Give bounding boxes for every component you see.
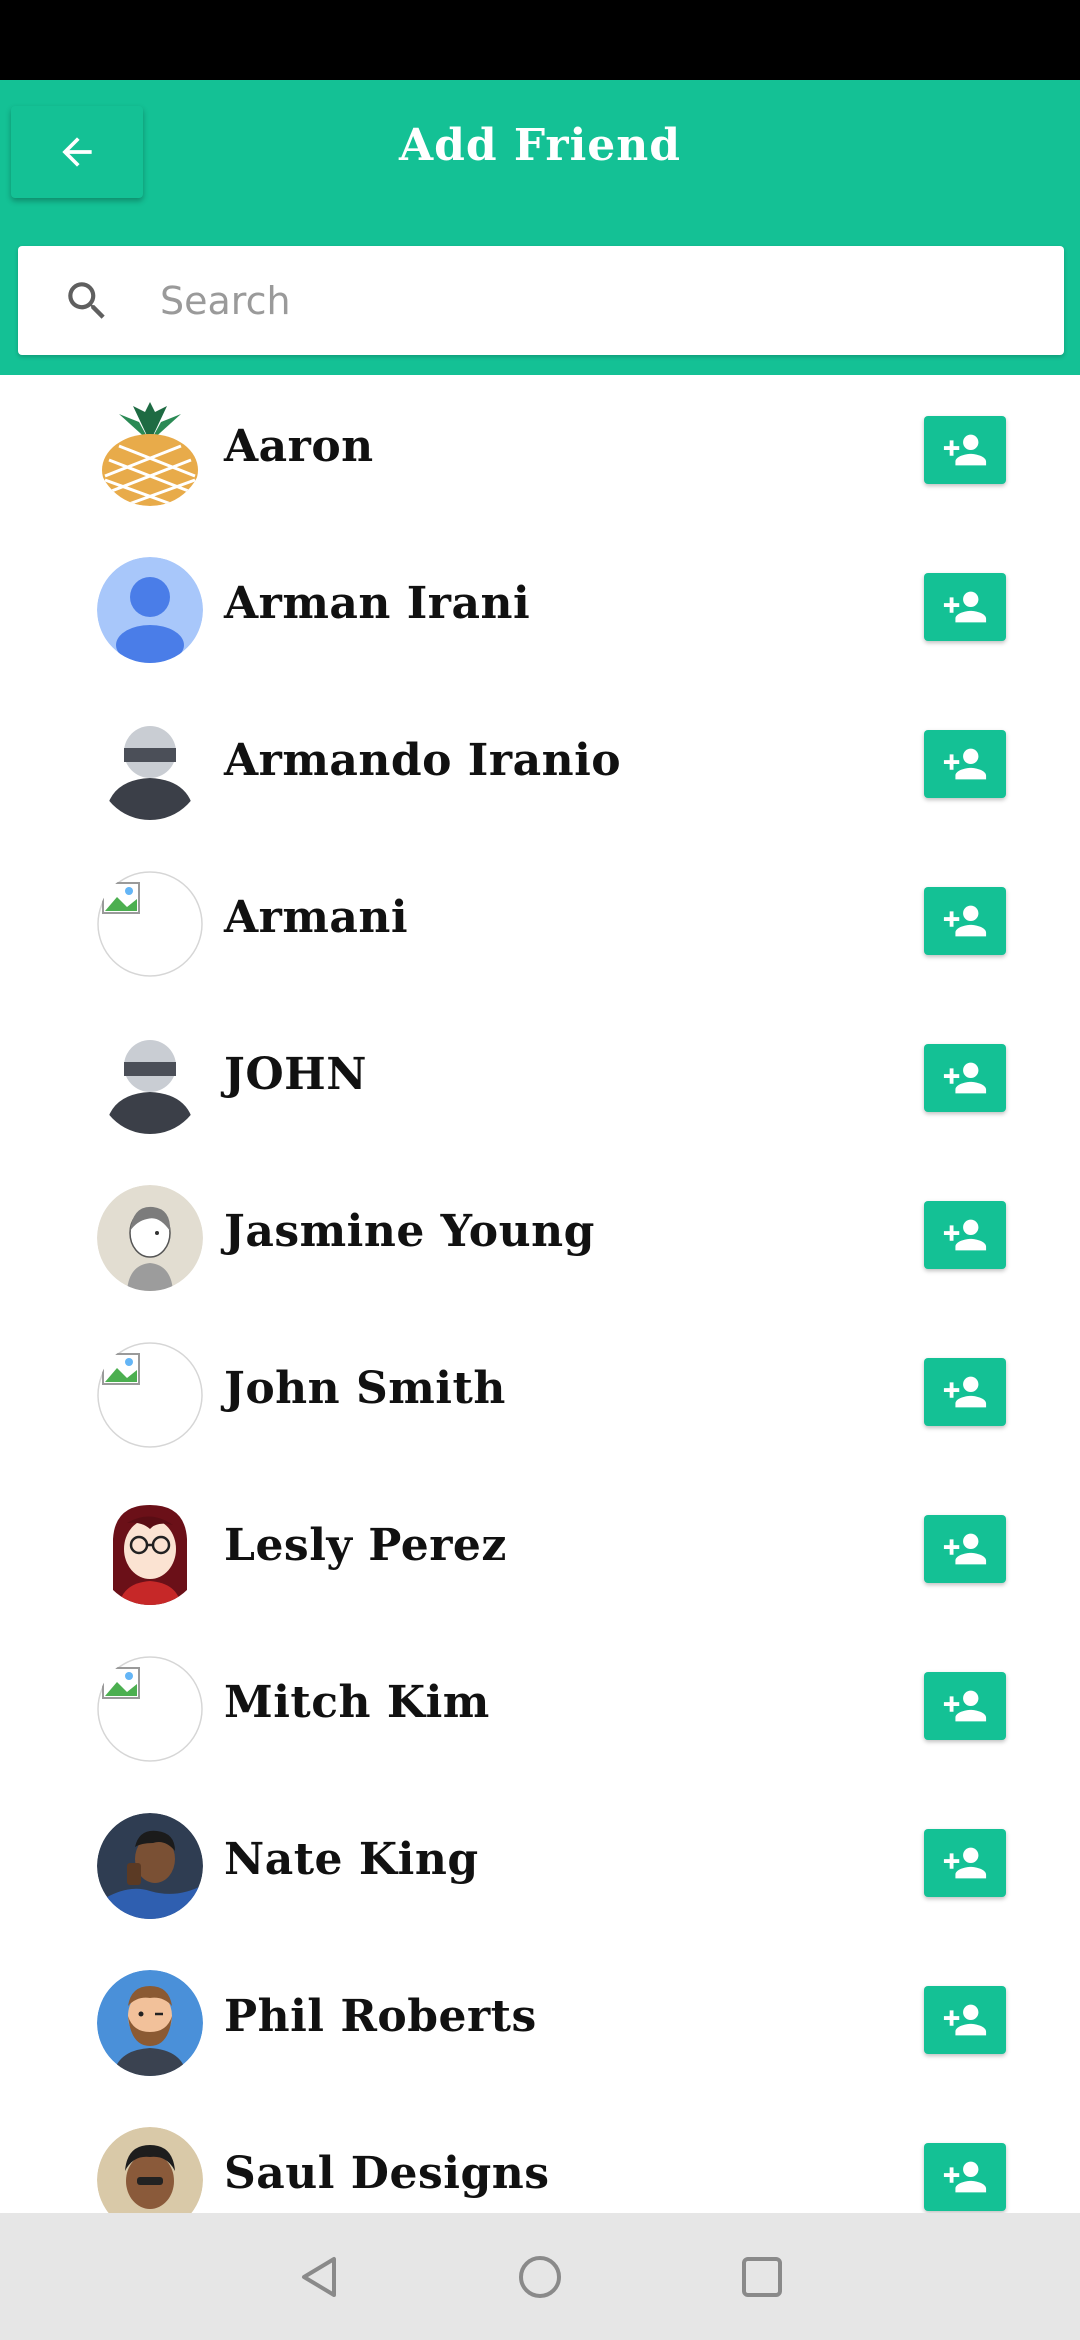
nav-recents-button[interactable] (730, 2245, 794, 2309)
friend-name: John Smith (224, 1363, 506, 1414)
friend-name: Aaron (224, 421, 374, 472)
add-friend-button[interactable] (924, 1515, 1006, 1583)
friend-name: Saul Designs (224, 2148, 550, 2199)
add-friend-button[interactable] (924, 1672, 1006, 1740)
person-add-icon (943, 748, 987, 780)
person-add-icon (943, 905, 987, 937)
friend-name: Phil Roberts (224, 1991, 537, 2042)
add-friend-button[interactable] (924, 1044, 1006, 1112)
bearded-man-avatar (97, 1970, 203, 2076)
broken-image-avatar (97, 1342, 203, 1448)
friend-row: Armando Iranio (0, 689, 1080, 846)
person-add-icon (943, 1219, 987, 1251)
person-add-icon (943, 1690, 987, 1722)
person-add-icon (943, 434, 987, 466)
person-add-icon (943, 1533, 987, 1565)
add-friend-button[interactable] (924, 573, 1006, 641)
nav-back-button[interactable] (288, 2245, 352, 2309)
nav-back-icon (302, 2257, 336, 2297)
app-bar: Add Friend (0, 80, 1080, 375)
friend-name: Armando Iranio (224, 735, 622, 786)
nav-home-button[interactable] (508, 2245, 572, 2309)
person-add-icon (943, 2161, 987, 2193)
search-icon (68, 282, 105, 319)
person-add-icon (943, 1376, 987, 1408)
person-add-icon (943, 2004, 987, 2036)
nav-recents-icon (742, 2257, 782, 2297)
friend-name: Lesly Perez (224, 1520, 507, 1571)
friend-row: Lesly Perez (0, 1474, 1080, 1631)
friend-row: JOHN (0, 1003, 1080, 1160)
add-friend-button[interactable] (924, 416, 1006, 484)
broken-image-avatar (97, 1656, 203, 1762)
friend-row: Armani (0, 846, 1080, 1003)
friend-name: Mitch Kim (224, 1677, 490, 1728)
person-add-icon (943, 1847, 987, 1879)
friend-row: Saul Designs (0, 2102, 1080, 2213)
add-friend-button[interactable] (924, 1358, 1006, 1426)
add-friend-button[interactable] (924, 730, 1006, 798)
nav-home-icon (519, 2256, 561, 2298)
friend-name: JOHN (224, 1049, 367, 1100)
friend-row: Mitch Kim (0, 1631, 1080, 1788)
add-friend-button[interactable] (924, 1201, 1006, 1269)
person-add-icon (943, 591, 987, 623)
helmet-avatar (97, 1028, 203, 1134)
add-friend-button[interactable] (924, 1829, 1006, 1897)
friend-row: Aaron (0, 375, 1080, 532)
page-title: Add Friend (398, 120, 682, 171)
search-input[interactable] (160, 266, 1040, 336)
friend-row: Arman Irani (0, 532, 1080, 689)
friend-name: Jasmine Young (224, 1206, 595, 1257)
add-friend-button[interactable] (924, 2143, 1006, 2211)
person-add-icon (943, 1062, 987, 1094)
status-bar (0, 0, 1080, 80)
friend-list: Aaron Arman Irani Armando Iranio Armani … (0, 375, 1080, 2213)
sketch-girl-avatar (97, 1185, 203, 1291)
broken-image-avatar (97, 871, 203, 977)
add-friend-button[interactable] (924, 1986, 1006, 2054)
friend-name: Armani (224, 892, 409, 943)
pineapple-avatar (97, 400, 203, 506)
search-box[interactable] (18, 246, 1064, 355)
friend-row: Phil Roberts (0, 1945, 1080, 2102)
photo-avatar (97, 2127, 203, 2213)
default-blue-avatar (97, 557, 203, 663)
friend-name: Arman Irani (224, 578, 531, 629)
glasses-woman-avatar (97, 1499, 203, 1605)
system-nav-bar (0, 2213, 1080, 2340)
friend-row: Nate King (0, 1788, 1080, 1945)
friend-name: Nate King (224, 1834, 479, 1885)
friend-row: John Smith (0, 1317, 1080, 1474)
photo-avatar (97, 1813, 203, 1919)
add-friend-button[interactable] (924, 887, 1006, 955)
friend-row: Jasmine Young (0, 1160, 1080, 1317)
helmet-avatar (97, 714, 203, 820)
